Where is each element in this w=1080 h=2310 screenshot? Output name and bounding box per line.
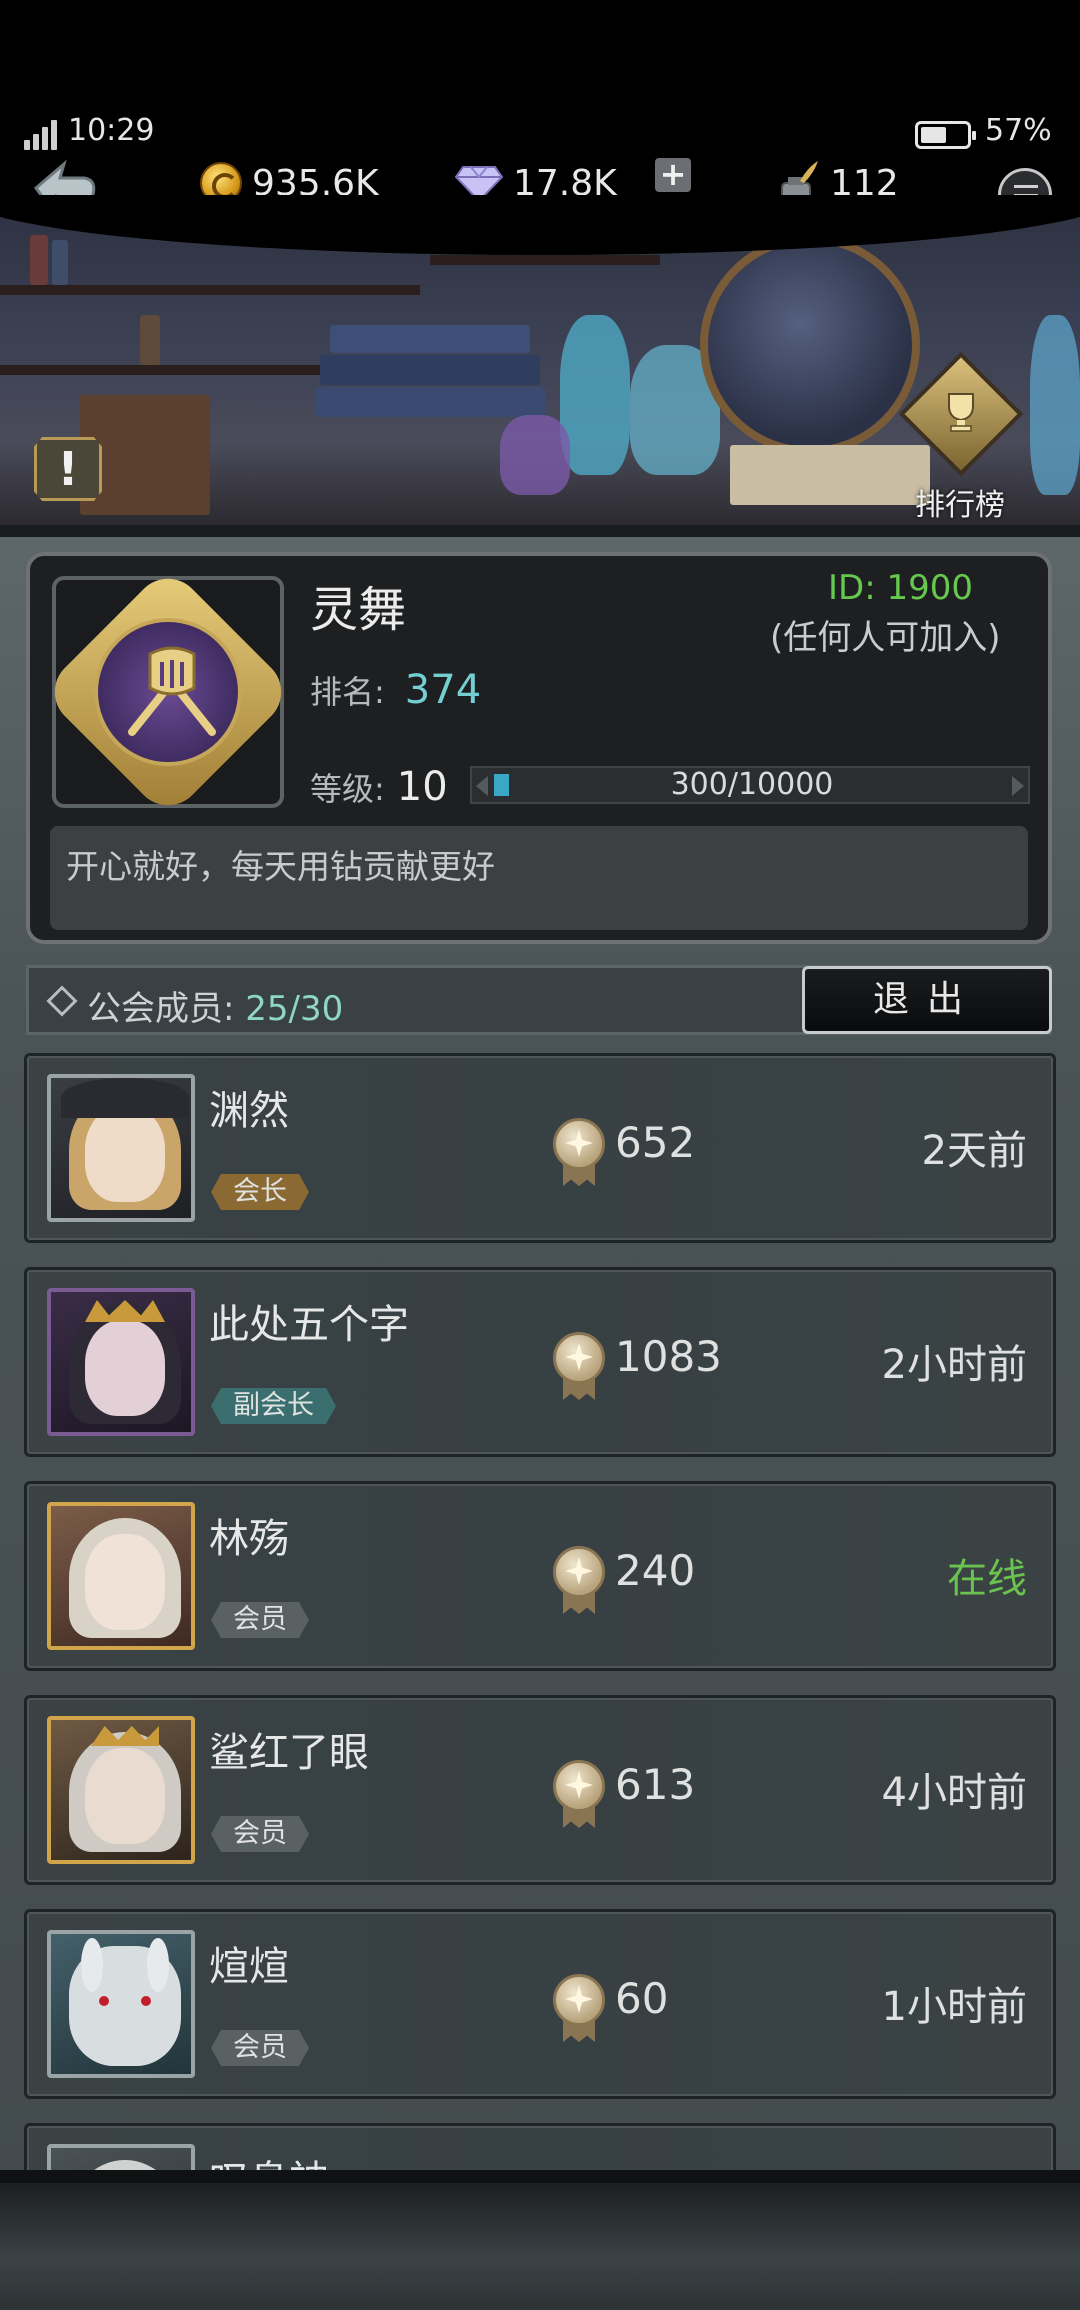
member-row[interactable]: 煊煊 会员 60 1小时前 [24,1909,1056,2099]
member-row[interactable]: 鲨红了眼 会员 613 4小时前 [24,1695,1056,1885]
role-badge: 会员 [211,1602,309,1638]
role-badge: 会员 [211,1816,309,1852]
xp-text: 300/10000 [670,767,834,802]
guild-xp-bar: 300/10000 [470,766,1030,804]
alert-button[interactable]: ! [34,437,102,501]
medal-icon [553,1332,605,1400]
globe-decoration [700,235,920,455]
member-name: 鲨红了眼 [209,1730,369,1776]
medal-icon [553,1974,605,2042]
exit-guild-button[interactable]: 退出 [802,966,1052,1034]
diamond-bullet-icon [46,985,78,1017]
trophy-icon [948,393,974,432]
member-name: 煊煊 [209,1944,289,1990]
role-badge: 会员 [211,2030,309,2066]
last-seen: 2天前 [921,1128,1027,1174]
contribution-points: 240 [615,1546,696,1595]
members-label: 公会成员: [87,989,235,1029]
level-label: 等级: [310,770,385,808]
signal-icon [24,120,58,150]
exclamation-icon: ! [57,442,79,496]
member-row[interactable]: 渊然 会长 652 2天前 [24,1053,1056,1243]
last-seen: 1小时前 [881,1984,1027,2030]
guild-name: 灵舞 [310,582,407,638]
last-seen: 4小时前 [881,1770,1027,1816]
member-row[interactable]: 此处五个字 副会长 1083 2小时前 [24,1267,1056,1457]
rank-value: 374 [404,667,482,713]
avatar [47,1502,195,1650]
clock: 10:29 [68,113,155,148]
arrow-right-icon [1012,776,1024,796]
contribution-points: 652 [615,1118,696,1167]
avatar [47,1930,195,2078]
leaderboard-button[interactable]: 排行榜 [895,351,1025,523]
level-value: 10 [396,764,448,810]
guild-level: 等级: 10 [310,764,448,810]
medal-icon [553,1760,605,1828]
avatar [47,1716,195,1864]
role-badge: 副会长 [211,1388,336,1424]
avatar [47,1074,195,1222]
rank-label: 排名: [310,673,385,711]
member-name: 渊然 [209,1088,289,1134]
knight-helmet-axes-icon [128,646,216,736]
guild-emblem[interactable] [40,564,296,820]
member-name: 此处五个字 [209,1302,409,1348]
member-row[interactable]: 林殇 会员 240 在线 [24,1481,1056,1671]
join-policy: (任何人可加入) [770,618,1001,658]
guild-rank: 排名: 374 [310,667,481,713]
role-badge: 会长 [211,1174,309,1210]
avatar [47,1288,195,1436]
medal-icon [553,1118,605,1186]
last-seen: 2小时前 [881,1342,1027,1388]
contribution-points: 613 [615,1760,696,1809]
member-name: 林殇 [209,1516,289,1562]
last-seen: 在线 [947,1556,1027,1602]
battery-fill [921,127,946,143]
contribution-points: 1083 [615,1332,722,1381]
medal-icon [553,1546,605,1614]
contribution-points: 60 [615,1974,669,2023]
guild-motto: 开心就好，每天用钻贡献更好 [50,826,1028,930]
battery-icon [915,121,976,149]
battery-percent: 57% [985,113,1052,148]
status-bar: 10:29 57% [0,0,1080,175]
members-count: 25/30 [245,989,344,1029]
leaderboard-label: 排行榜 [915,488,1005,523]
bottom-frame [0,2180,1080,2310]
guild-id: ID: 1900 [828,568,973,608]
add-diamonds-button[interactable]: + [655,158,691,192]
